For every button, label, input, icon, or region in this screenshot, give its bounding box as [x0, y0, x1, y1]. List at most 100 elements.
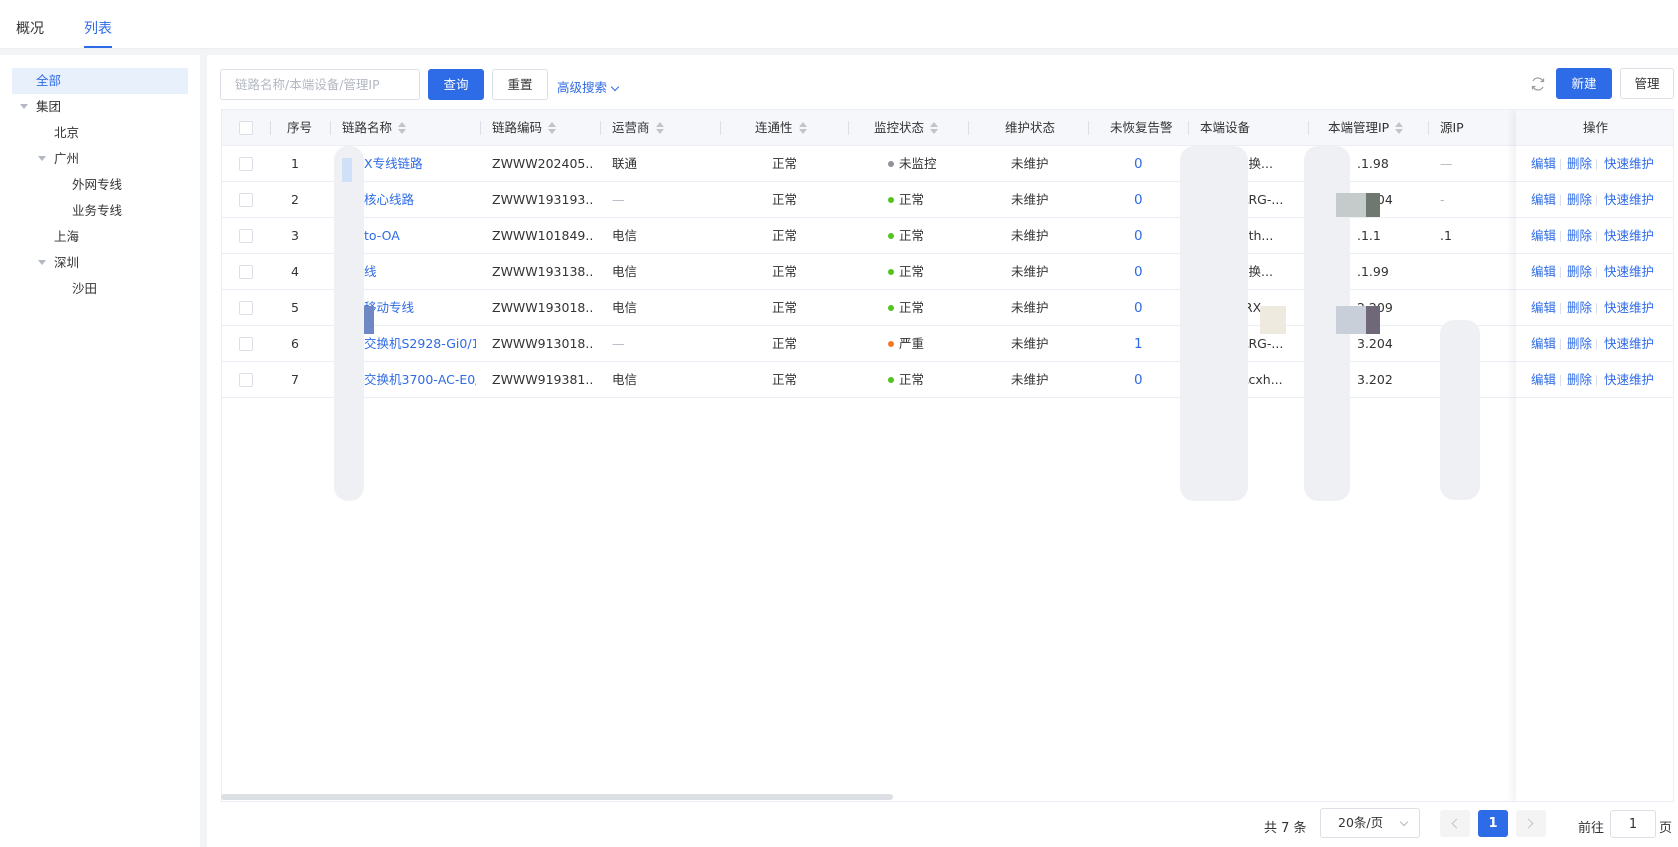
tab-overview[interactable]: 概况: [16, 18, 44, 38]
edit-link[interactable]: 编辑: [1531, 326, 1556, 362]
delete-link[interactable]: 删除: [1567, 254, 1592, 290]
redaction-mask: [364, 306, 374, 334]
quick-maintain-link[interactable]: 快速维护: [1604, 218, 1654, 254]
quick-maintain-link[interactable]: 快速维护: [1604, 290, 1654, 326]
tree-expand-caret-icon[interactable]: [20, 104, 28, 109]
row-checkbox[interactable]: [239, 337, 253, 351]
tree-item-group[interactable]: 集团: [36, 94, 61, 120]
quick-maintain-link[interactable]: 快速维护: [1604, 362, 1654, 398]
sort-icon[interactable]: [930, 121, 939, 134]
edit-link[interactable]: 编辑: [1531, 182, 1556, 218]
header-connectivity-label: 连通性: [755, 120, 793, 135]
cell-link-name[interactable]: 线: [364, 254, 476, 290]
tree-expand-caret-icon[interactable]: [38, 260, 46, 265]
header-index: 序号: [287, 120, 313, 135]
delete-link[interactable]: 删除: [1567, 362, 1592, 398]
cell-maintenance: 未维护: [1011, 264, 1049, 279]
action-divider: [1596, 339, 1597, 350]
cell-index: 7: [291, 372, 299, 387]
header-name[interactable]: 链路名称: [342, 110, 407, 146]
redaction-mask: [334, 146, 364, 501]
tree-item-external-line[interactable]: 外网专线: [72, 172, 122, 198]
refresh-icon[interactable]: [1530, 76, 1546, 92]
quick-maintain-link[interactable]: 快速维护: [1604, 182, 1654, 218]
manage-button[interactable]: 管理: [1620, 68, 1674, 99]
top-tab-bar: 概况 列表: [0, 0, 1678, 49]
tree-item-all[interactable]: 全部: [12, 68, 188, 94]
cell-link-name[interactable]: 交换机3700-AC-E0/0: [364, 362, 476, 398]
edit-link[interactable]: 编辑: [1531, 218, 1556, 254]
horizontal-scrollbar[interactable]: [221, 794, 893, 800]
sort-icon[interactable]: [798, 121, 807, 134]
column-divider: [968, 121, 969, 135]
quick-maintain-link[interactable]: 快速维护: [1604, 254, 1654, 290]
cell-link-name[interactable]: X专线链路: [364, 146, 476, 182]
tree-item-shenzhen[interactable]: 深圳: [54, 250, 79, 276]
cell-carrier: 电信: [612, 228, 638, 243]
cell-alarm-count[interactable]: 0: [1134, 146, 1143, 182]
header-code[interactable]: 链路编码: [492, 110, 557, 146]
tab-list[interactable]: 列表: [84, 18, 112, 38]
header-mgmt-ip[interactable]: 本端管理IP: [1328, 110, 1404, 146]
row-checkbox[interactable]: [239, 373, 253, 387]
next-page-button[interactable]: [1516, 810, 1546, 837]
monitor-status-label: 正常: [899, 264, 925, 279]
sort-icon[interactable]: [398, 121, 407, 134]
delete-link[interactable]: 删除: [1567, 326, 1592, 362]
header-carrier[interactable]: 运营商: [612, 110, 664, 146]
search-input[interactable]: [220, 69, 420, 100]
cell-alarm-count[interactable]: 0: [1134, 254, 1143, 290]
tree-item-business-line[interactable]: 业务专线: [72, 198, 122, 224]
cell-alarm-count[interactable]: 0: [1134, 182, 1143, 218]
cell-link-name[interactable]: 移动专线: [364, 290, 476, 326]
select-all-checkbox[interactable]: [239, 121, 253, 135]
edit-link[interactable]: 编辑: [1531, 290, 1556, 326]
tree-expand-caret-icon[interactable]: [38, 156, 46, 161]
edit-link[interactable]: 编辑: [1531, 362, 1556, 398]
sort-icon[interactable]: [655, 121, 664, 134]
delete-link[interactable]: 删除: [1567, 290, 1592, 326]
row-checkbox[interactable]: [239, 157, 253, 171]
goto-page-input[interactable]: [1610, 810, 1656, 838]
chevron-down-icon: [610, 82, 620, 92]
cell-alarm-count[interactable]: 0: [1134, 290, 1143, 326]
monitor-status-label: 正常: [899, 228, 925, 243]
row-checkbox[interactable]: [239, 193, 253, 207]
quick-maintain-link[interactable]: 快速维护: [1604, 146, 1654, 182]
header-monitor[interactable]: 监控状态: [874, 110, 939, 146]
cell-carrier: 电信: [612, 372, 638, 387]
query-button[interactable]: 查询: [428, 69, 484, 100]
delete-link[interactable]: 删除: [1567, 218, 1592, 254]
tree-item-shanghai[interactable]: 上海: [54, 224, 79, 250]
edit-link[interactable]: 编辑: [1531, 146, 1556, 182]
page-number-button[interactable]: 1: [1478, 810, 1508, 837]
quick-maintain-link[interactable]: 快速维护: [1604, 326, 1654, 362]
tree-item-beijing[interactable]: 北京: [54, 120, 79, 146]
cell-link-name[interactable]: to-OA: [364, 218, 476, 254]
delete-link[interactable]: 删除: [1567, 146, 1592, 182]
row-checkbox[interactable]: [239, 229, 253, 243]
page-size-select[interactable]: 20条/页: [1320, 808, 1420, 838]
new-button[interactable]: 新建: [1556, 68, 1612, 99]
prev-page-button[interactable]: [1440, 810, 1470, 837]
sort-icon[interactable]: [548, 121, 557, 134]
tree-item-shatian[interactable]: 沙田: [72, 276, 97, 302]
cell-link-name[interactable]: 交换机S2928-Gi0/1...: [364, 326, 476, 362]
table-row: 2核心线路ZWWW193193...—正常未维护0机RG-...3.204-正常: [222, 182, 1673, 218]
delete-link[interactable]: 删除: [1567, 182, 1592, 218]
row-checkbox[interactable]: [239, 301, 253, 315]
cell-link-name[interactable]: 核心线路: [364, 182, 476, 218]
advanced-search-toggle[interactable]: 高级搜索: [557, 77, 620, 96]
reset-button[interactable]: 重置: [492, 69, 548, 100]
sort-icon[interactable]: [1395, 121, 1404, 134]
header-connectivity[interactable]: 连通性: [755, 110, 807, 146]
row-checkbox[interactable]: [239, 265, 253, 279]
cell-alarm-count[interactable]: 0: [1134, 218, 1143, 254]
edit-link[interactable]: 编辑: [1531, 254, 1556, 290]
cell-alarm-count[interactable]: 1: [1134, 326, 1143, 362]
status-dot-icon: [888, 161, 894, 167]
cell-alarm-count[interactable]: 0: [1134, 362, 1143, 398]
tree-item-guangzhou[interactable]: 广州: [54, 146, 79, 172]
status-dot-icon: [888, 341, 894, 347]
column-divider: [1308, 121, 1309, 135]
